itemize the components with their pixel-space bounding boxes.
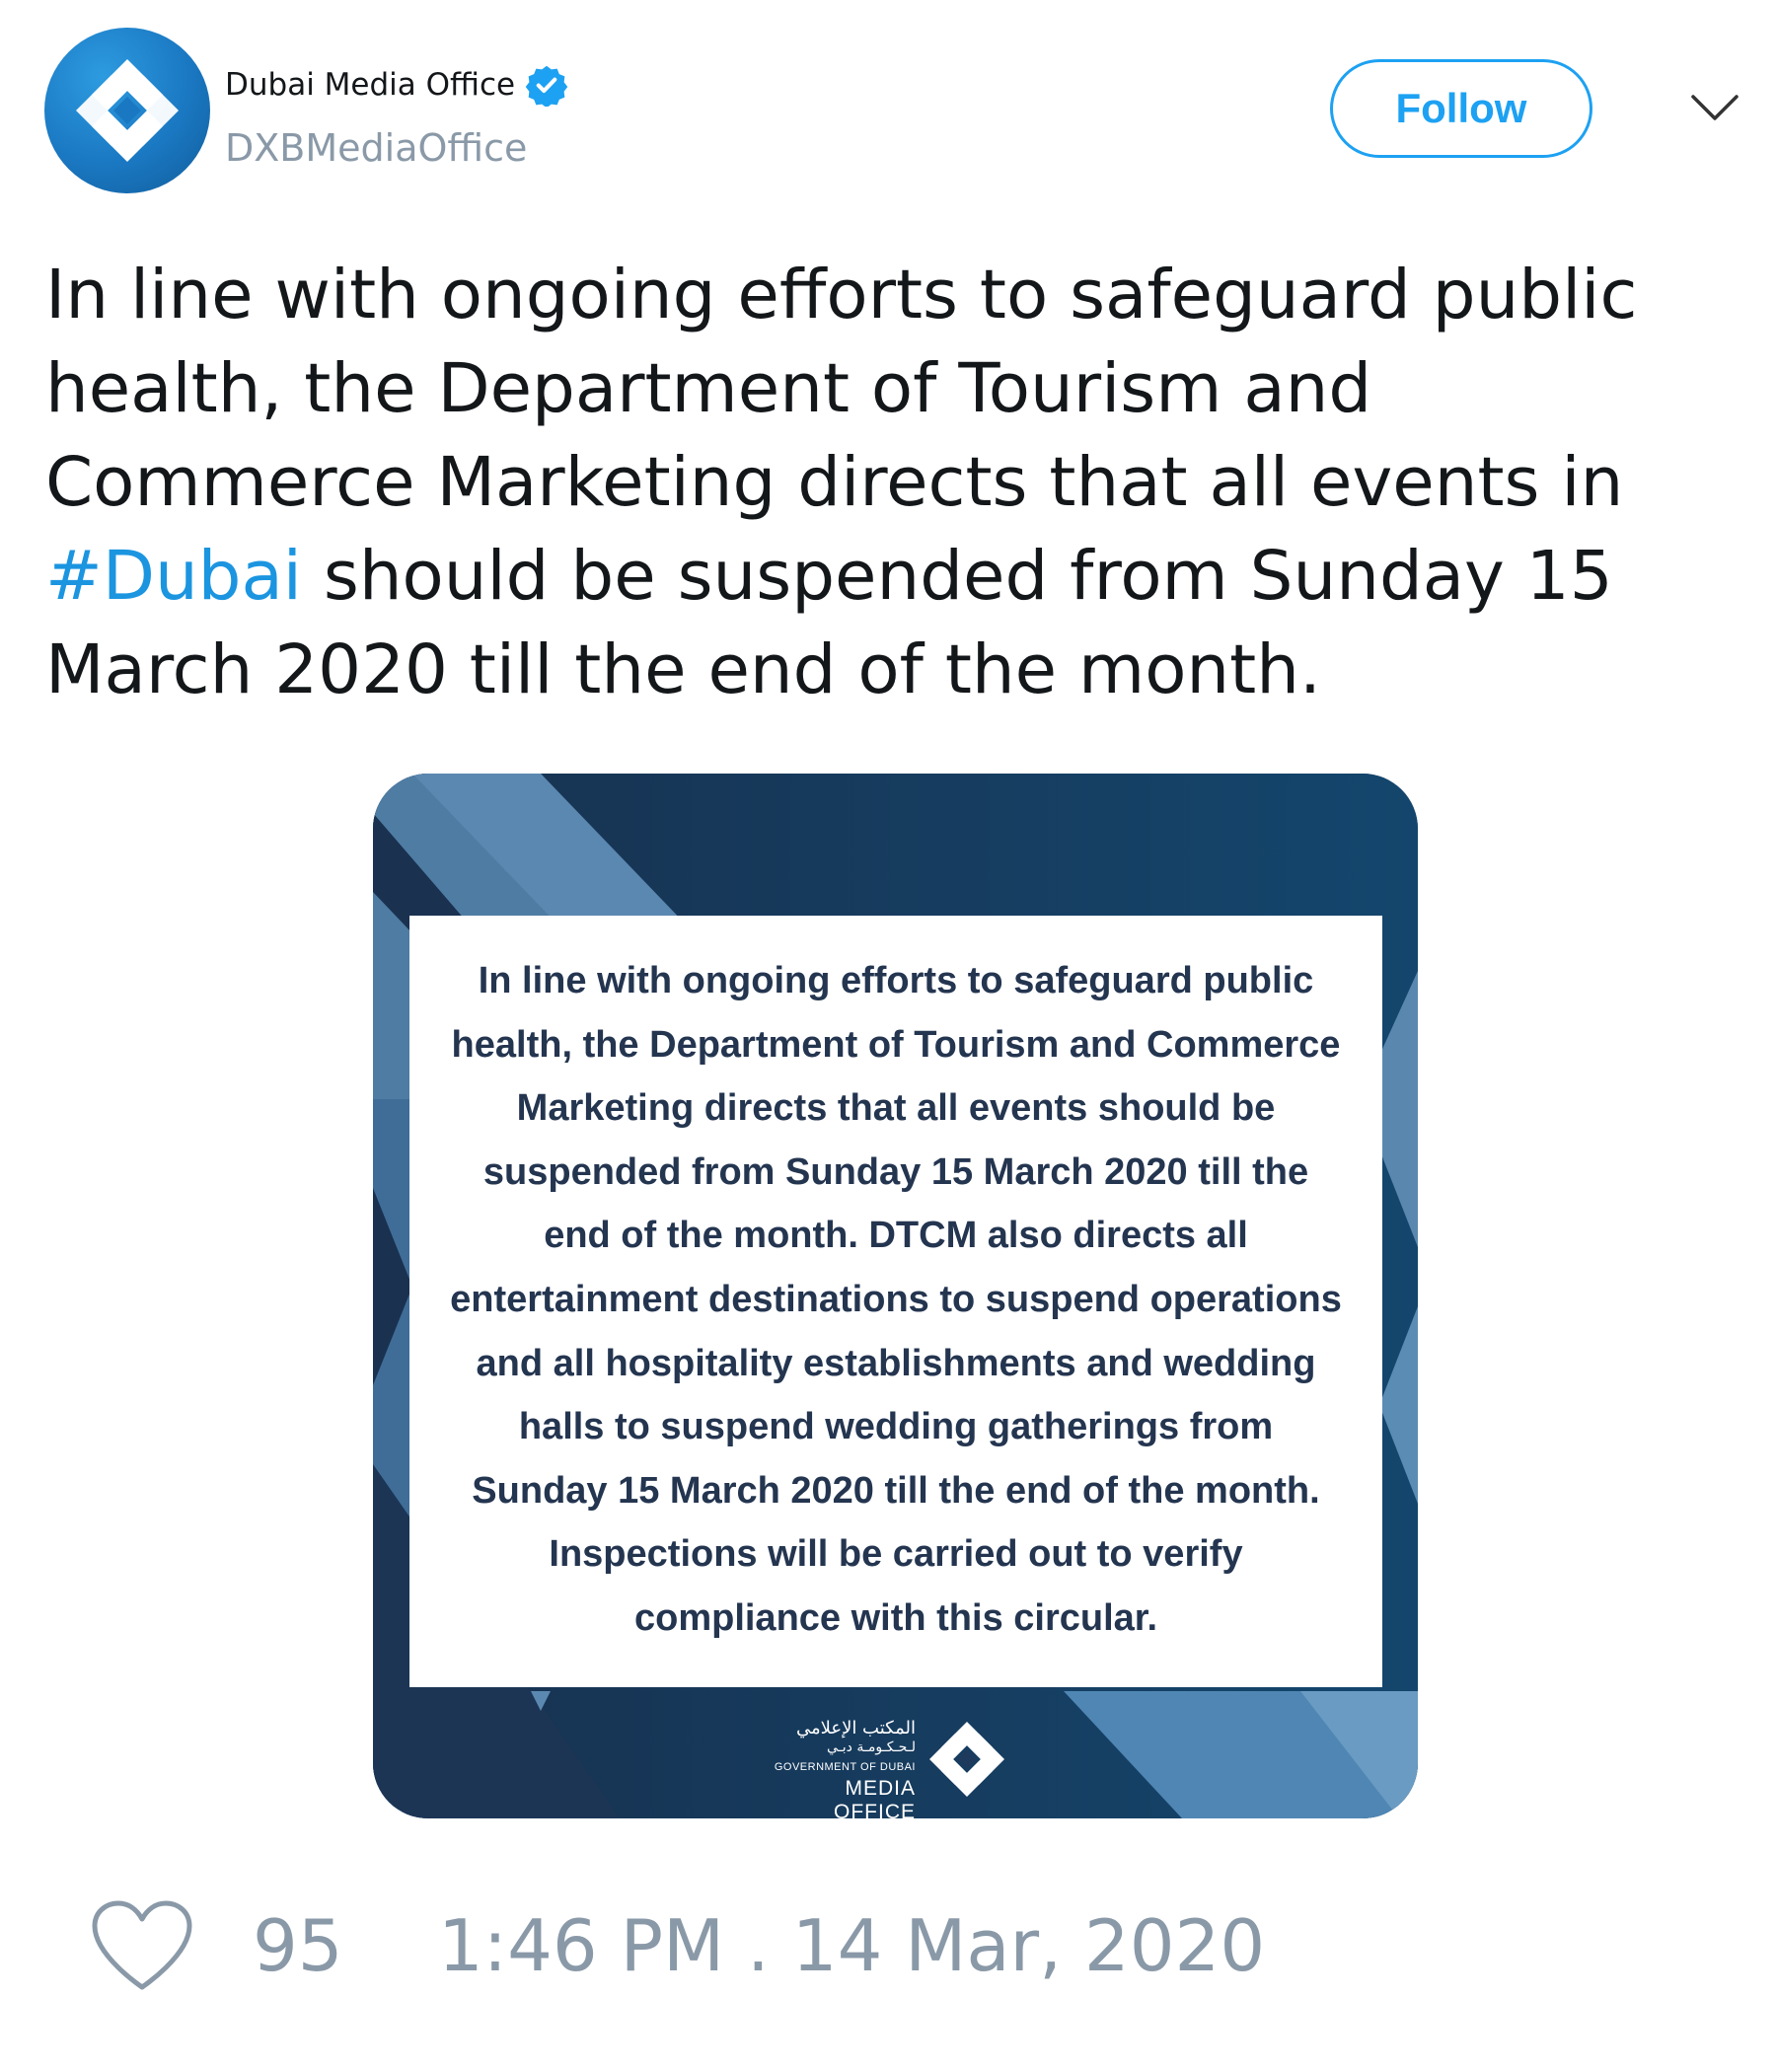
tweet-text: In line with ongoing efforts to safeguar… [45,249,1723,717]
hashtag-link[interactable]: #Dubai [45,537,302,616]
notice-line: suspended from Sunday 15 March 2020 till… [482,1150,1309,1193]
media-office-mark-icon [929,1722,1004,1797]
like-count: 95 [253,1904,343,1987]
logo-government-text: GOVERNMENT OF DUBAI [774,1761,916,1773]
notice-line: health, the Department of Tourism and Co… [451,1023,1341,1066]
tweet-line: Commerce Marketing directs that all even… [45,443,1624,522]
logo-arabic-subtitle: لـحـكـومـة دبـي [826,1739,916,1755]
notice-line: halls to suspend wedding gatherings from [518,1406,1274,1448]
tweet-timestamp[interactable]: 1:46 PM . 14 Mar, 2020 [438,1906,1265,1985]
verified-badge-icon [525,65,568,107]
author-display-name[interactable]: Dubai Media Office [225,67,515,103]
notice-line: Inspections will be carried out to verif… [549,1533,1243,1576]
notice-line: entertainment destinations to suspend op… [450,1278,1342,1320]
author-handle[interactable]: DXBMediaOffice [225,126,527,170]
tweet-line: In line with ongoing efforts to safeguar… [45,256,1638,334]
notice-line: end of the month. DTCM also directs all [544,1215,1248,1257]
tweet-line: health, the Department of Tourism and [45,349,1372,428]
avatar[interactable] [44,28,210,193]
tweet-line-rest: should be suspended from Sunday 15 [301,537,1613,616]
notice-line: In line with ongoing efforts to safeguar… [478,960,1314,1001]
tweet-line: #Dubai should be suspended from Sunday 1… [45,530,1723,624]
notice-line: compliance with this circular. [633,1596,1158,1639]
notice-line: Sunday 15 March 2020 till the end of the… [472,1469,1320,1512]
notice-panel: In line with ongoing efforts to safeguar… [409,916,1382,1687]
logo-arabic-title: المكتب الإعلامي [795,1718,916,1739]
dubai-media-office-logo-icon [76,59,179,162]
tweet-line: March 2020 till the end of the month. [45,630,1321,709]
notice-line: Marketing directs that all events should… [516,1087,1276,1130]
heart-icon[interactable] [89,1898,195,1993]
media-office-logo: المكتب الإعلامي لـحـكـومـة دبـي GOVERNME… [768,1716,1024,1818]
tweet-image[interactable]: In line with ongoing efforts to safeguar… [373,774,1418,1818]
notice-line: and all hospitality establishments and w… [476,1342,1316,1384]
chevron-down-icon[interactable] [1689,89,1740,128]
follow-button[interactable]: Follow [1330,59,1592,158]
logo-media-office-text: MEDIA OFFICE [834,1777,916,1818]
author-name-row[interactable]: Dubai Media Office [225,63,568,107]
notice-text: In line with ongoing efforts to safeguar… [423,949,1369,1651]
